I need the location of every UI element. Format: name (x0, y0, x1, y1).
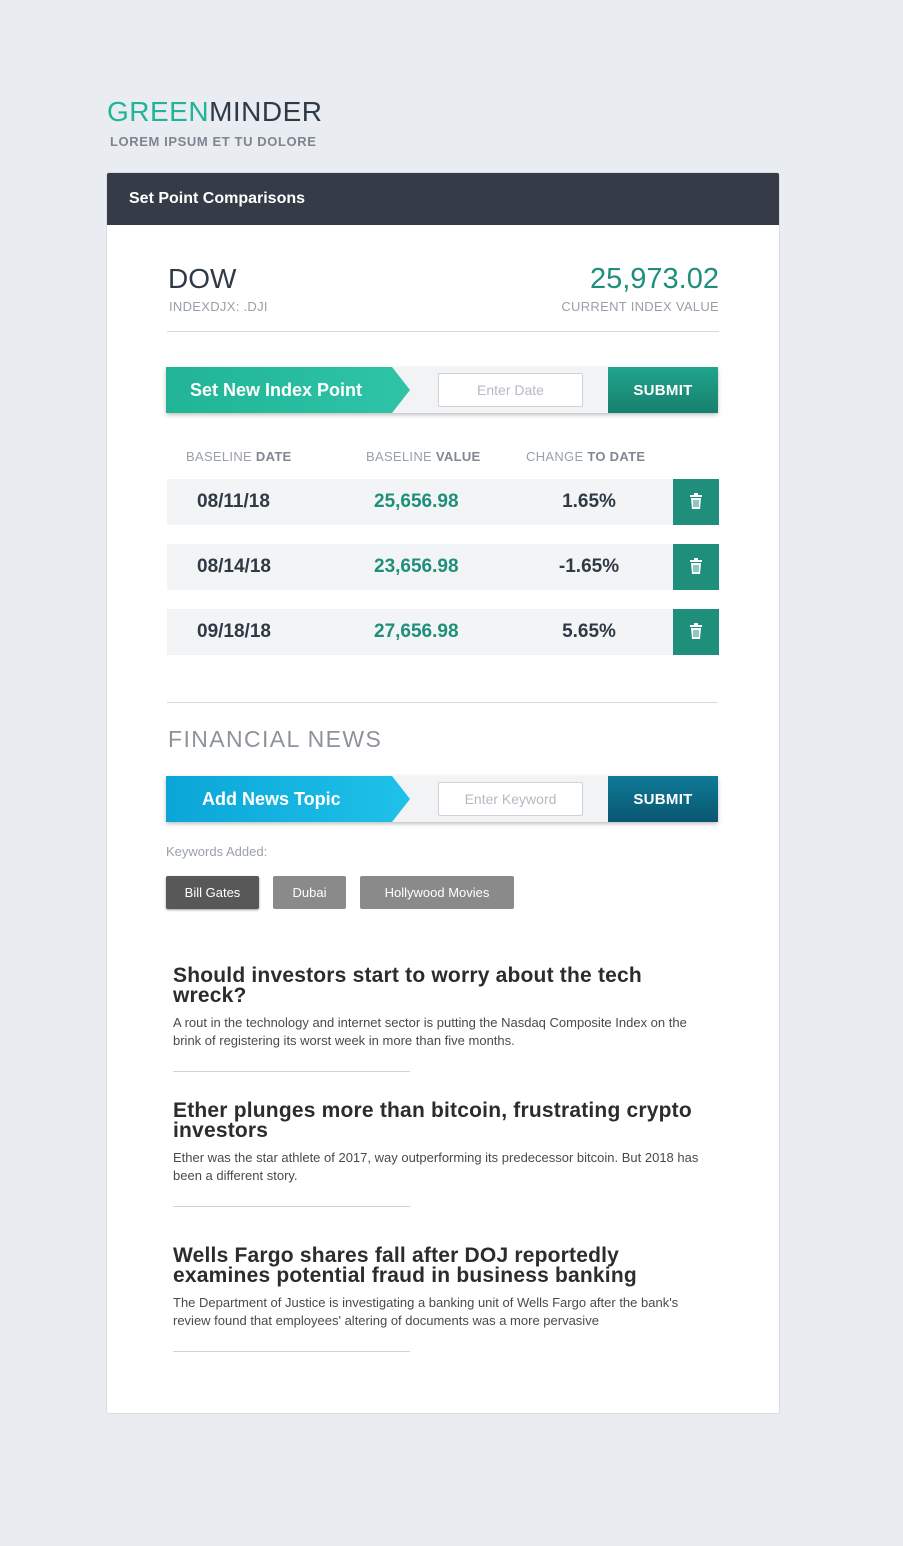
news-article[interactable]: Should investors start to worry about th… (173, 965, 713, 1050)
delete-row-button[interactable] (673, 544, 719, 590)
article-title[interactable]: Ether plunges more than bitcoin, frustra… (173, 1100, 713, 1141)
delete-row-button[interactable] (673, 479, 719, 525)
delete-row-button[interactable] (673, 609, 719, 655)
logo-dark-part: MINDER (209, 96, 323, 127)
table-row: 08/11/18 25,656.98 1.65% (167, 479, 719, 525)
submit-keyword-button[interactable]: SUBMIT (608, 776, 718, 822)
logo: GREENMINDER (107, 96, 323, 128)
row-change: -1.65% (558, 556, 620, 577)
row-value: 27,656.98 (374, 621, 459, 642)
col-header-bold: DATE (255, 449, 292, 464)
date-input[interactable] (438, 373, 583, 407)
card-title: Set Point Comparisons (107, 173, 779, 225)
news-article[interactable]: Ether plunges more than bitcoin, frustra… (173, 1100, 713, 1185)
row-value: 25,656.98 (374, 491, 459, 512)
col-header-baseline-value: BASELINE VALUE (366, 449, 481, 464)
set-index-point-label: Set New Index Point (166, 367, 410, 413)
row-value: 23,656.98 (374, 556, 459, 577)
brand: GREENMINDER LOREM IPSUM ET TU DOLORE (107, 96, 323, 149)
keyword-chip-dubai[interactable]: Dubai (273, 876, 346, 909)
index-code: INDEXDJX: .DJI (169, 299, 268, 314)
col-header-light: BASELINE (366, 449, 436, 464)
trash-icon (690, 493, 702, 509)
index-current-value: 25,973.02 (589, 263, 719, 295)
article-divider (173, 1071, 410, 1072)
news-article[interactable]: Wells Fargo shares fall after DOJ report… (173, 1245, 713, 1330)
row-date: 08/11/18 (197, 491, 270, 512)
col-header-bold: TO DATE (587, 449, 646, 464)
tagline: LOREM IPSUM ET TU DOLORE (110, 134, 317, 149)
row-date: 08/14/18 (197, 556, 271, 577)
set-point-card: Set Point Comparisons DOW INDEXDJX: .DJI… (106, 172, 780, 1414)
keyword-chip-bill-gates[interactable]: Bill Gates (166, 876, 259, 909)
add-news-topic-bar: Add News Topic SUBMIT (166, 776, 718, 822)
keywords-added-label: Keywords Added: (166, 844, 268, 859)
table-row: 08/14/18 23,656.98 -1.65% (167, 544, 719, 590)
col-header-light: CHANGE (526, 449, 588, 464)
col-header-bold: VALUE (435, 449, 481, 464)
article-title[interactable]: Should investors start to worry about th… (173, 965, 713, 1006)
index-name: DOW (168, 263, 237, 294)
article-summary: Ether was the star athlete of 2017, way … (173, 1150, 699, 1183)
submit-index-point-button[interactable]: SUBMIT (608, 367, 718, 413)
keyword-input[interactable] (438, 782, 583, 816)
index-value-label: CURRENT INDEX VALUE (561, 299, 719, 314)
keyword-chip-hollywood-movies[interactable]: Hollywood Movies (360, 876, 514, 909)
financial-news-title: FINANCIAL NEWS (168, 726, 383, 752)
article-summary: The Department of Justice is investigati… (173, 1295, 679, 1328)
col-header-change-to-date: CHANGE TO DATE (526, 449, 645, 464)
row-date: 09/18/18 (197, 621, 271, 642)
row-change: 5.65% (562, 621, 616, 642)
col-header-light: BASELINE (186, 449, 256, 464)
article-summary: A rout in the technology and internet se… (173, 1015, 687, 1048)
add-news-topic-label: Add News Topic (166, 776, 410, 822)
article-divider (173, 1206, 410, 1207)
trash-icon (690, 623, 702, 639)
col-header-baseline-date: BASELINE DATE (186, 449, 292, 464)
set-index-point-bar: Set New Index Point SUBMIT (166, 367, 718, 413)
index-summary: DOW INDEXDJX: .DJI 25,973.02 CURRENT IND… (167, 261, 719, 332)
logo-green-part: GREEN (107, 96, 210, 127)
article-divider (173, 1351, 410, 1352)
article-title[interactable]: Wells Fargo shares fall after DOJ report… (173, 1245, 713, 1286)
trash-icon (690, 558, 702, 574)
table-row: 09/18/18 27,656.98 5.65% (167, 609, 719, 655)
section-divider (167, 702, 718, 703)
row-change: 1.65% (562, 491, 616, 512)
